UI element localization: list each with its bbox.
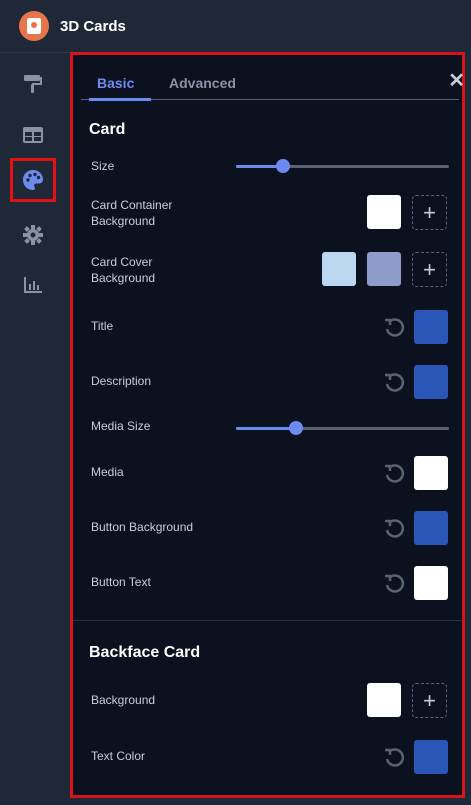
button-text-color-swatch[interactable] <box>414 566 448 600</box>
sidebar-item-analytics[interactable] <box>10 263 56 307</box>
media-size-slider-handle[interactable] <box>289 421 303 435</box>
add-container-bg-button[interactable]: + <box>412 195 447 230</box>
gear-icon <box>23 225 43 245</box>
backface-bg-label: Background <box>91 693 156 707</box>
description-color-swatch[interactable] <box>414 365 448 399</box>
sidebar <box>0 52 70 805</box>
backface-text-color-swatch[interactable] <box>414 740 448 774</box>
container-bg-label: Card Container Background <box>91 198 173 228</box>
media-label: Media <box>91 465 124 479</box>
button-bg-color-swatch[interactable] <box>414 511 448 545</box>
app-logo <box>19 11 49 41</box>
button-bg-label: Button Background <box>91 520 194 534</box>
plus-icon: + <box>423 256 436 282</box>
close-icon[interactable]: ✕ <box>448 68 465 93</box>
cover-bg-swatch-2[interactable] <box>367 252 401 286</box>
active-tab-indicator <box>89 98 151 101</box>
tab-bar: Basic Advanced ✕ <box>81 63 465 101</box>
plus-icon: + <box>423 687 436 713</box>
add-backface-bg-button[interactable]: + <box>412 683 447 718</box>
media-color-swatch[interactable] <box>414 456 448 490</box>
paint-roller-icon <box>24 75 42 93</box>
bar-chart-icon <box>24 277 42 293</box>
cover-bg-swatch-1[interactable] <box>322 252 356 286</box>
size-slider-handle[interactable] <box>276 159 290 173</box>
section-title-backface: Backface Card <box>89 644 201 661</box>
sidebar-item-settings[interactable] <box>10 213 56 257</box>
tab-basic[interactable]: Basic <box>97 75 134 91</box>
reset-icon[interactable] <box>382 746 406 770</box>
add-cover-bg-button[interactable]: + <box>412 252 447 287</box>
sidebar-item-palette[interactable] <box>10 158 56 202</box>
container-bg-swatch[interactable] <box>367 195 401 229</box>
plus-icon: + <box>423 199 436 225</box>
table-icon <box>23 127 43 143</box>
reset-icon[interactable] <box>382 517 406 541</box>
title-color-swatch[interactable] <box>414 310 448 344</box>
size-label: Size <box>91 159 115 173</box>
backface-bg-swatch[interactable] <box>367 683 401 717</box>
app-title: 3D Cards <box>60 17 126 35</box>
text-color-label: Text Color <box>91 749 146 763</box>
palette-icon <box>23 170 43 190</box>
media-size-slider[interactable] <box>236 421 449 435</box>
button-text-label: Button Text <box>91 575 151 589</box>
cover-bg-label: Card Cover Background <box>91 255 156 285</box>
tab-advanced[interactable]: Advanced <box>169 75 236 91</box>
size-slider[interactable] <box>236 159 449 173</box>
reset-icon[interactable] <box>382 572 406 596</box>
description-label: Description <box>91 374 152 388</box>
media-size-slider-fill <box>236 427 296 430</box>
settings-panel: Basic Advanced ✕ Card Size Card Containe… <box>70 52 465 798</box>
title-label: Title <box>91 319 114 333</box>
reset-icon[interactable] <box>382 462 406 486</box>
section-divider <box>73 620 462 621</box>
reset-icon[interactable] <box>382 316 406 340</box>
app-header: 3D Cards <box>0 0 471 52</box>
section-title-card: Card <box>89 121 126 138</box>
media-size-label: Media Size <box>91 419 151 433</box>
sidebar-item-paint-roller[interactable] <box>10 62 56 106</box>
reset-icon[interactable] <box>382 371 406 395</box>
sidebar-item-table[interactable] <box>10 113 56 157</box>
